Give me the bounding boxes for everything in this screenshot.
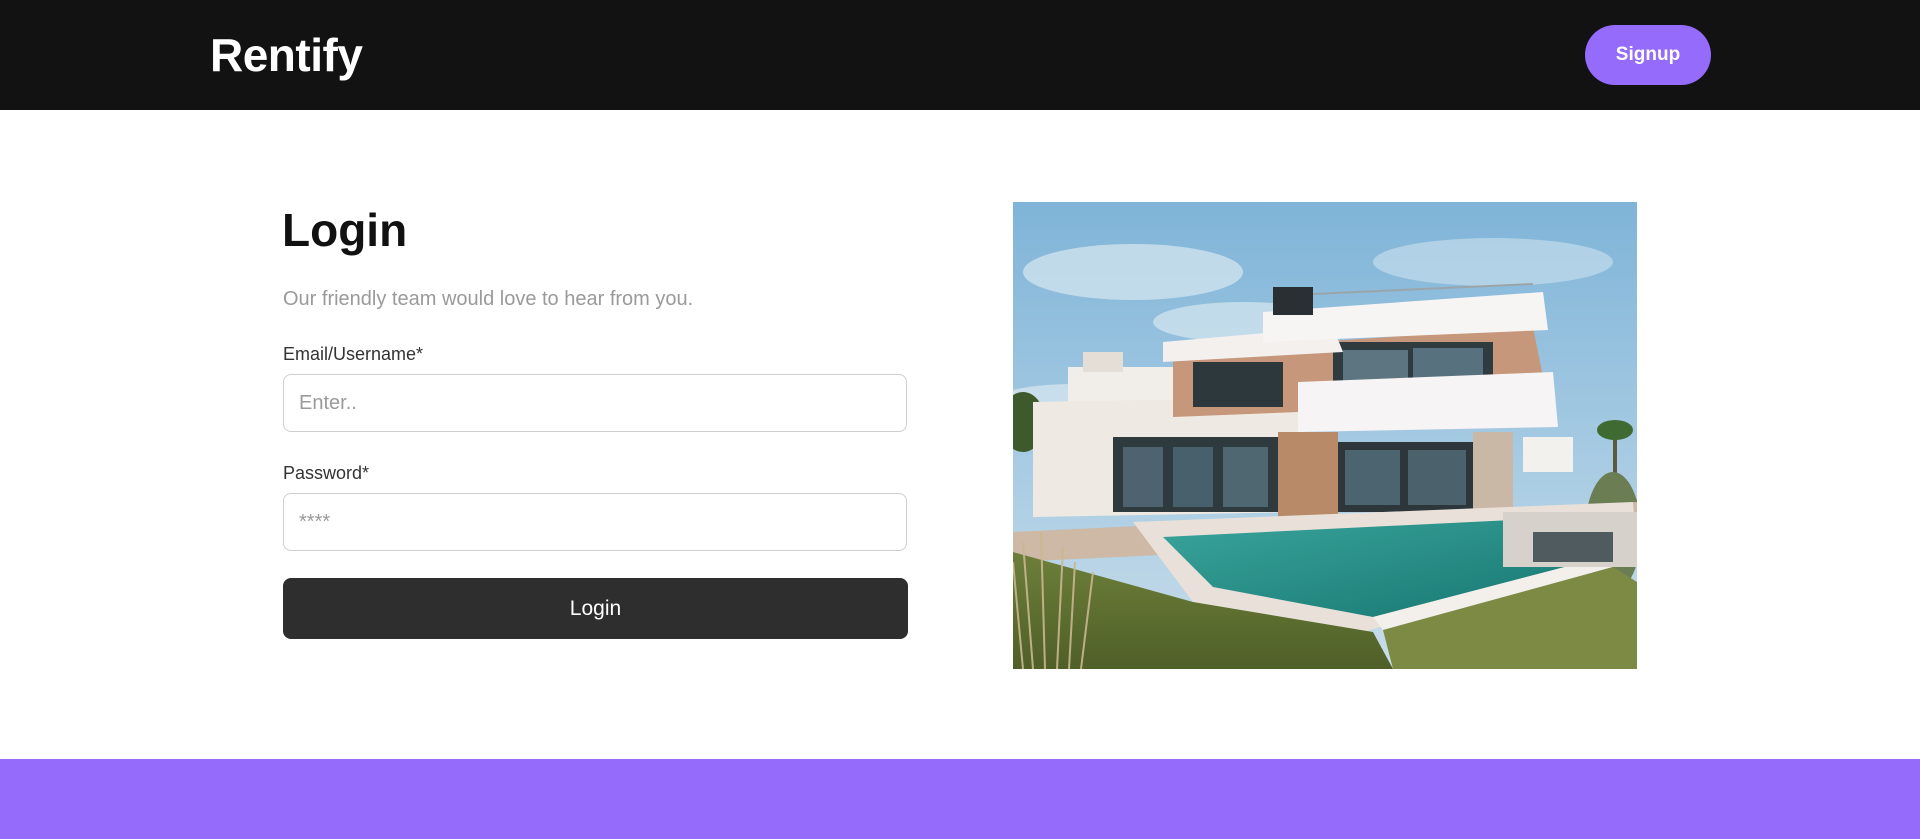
top-navbar: Rentify Signup	[0, 0, 1920, 110]
house-photo	[1013, 202, 1637, 669]
signup-button[interactable]: Signup	[1585, 25, 1711, 85]
password-input[interactable]	[283, 493, 907, 551]
brand-logo[interactable]: Rentify	[210, 26, 363, 84]
login-button[interactable]: Login	[283, 578, 908, 639]
email-label: Email/Username*	[283, 344, 424, 364]
footer-band	[0, 759, 1920, 839]
password-label: Password*	[283, 463, 370, 483]
page-title: Login	[282, 204, 408, 256]
page-subtitle: Our friendly team would love to hear fro…	[283, 288, 694, 310]
email-username-input[interactable]	[283, 374, 907, 432]
